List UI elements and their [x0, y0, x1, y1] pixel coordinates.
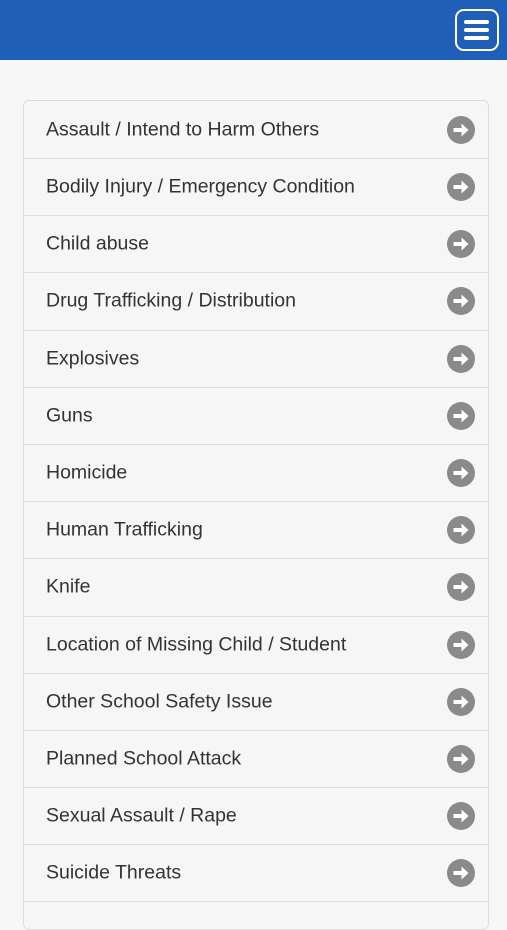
arrow-right-circle-icon	[447, 573, 475, 602]
list-item-label: Human Trafficking	[46, 518, 203, 541]
arrow-right-circle-icon	[447, 516, 475, 545]
incident-type-list: Assault / Intend to Harm Others Bodily I…	[23, 100, 489, 930]
list-item[interactable]: Assault / Intend to Harm Others	[24, 101, 488, 159]
list-item-label: Explosives	[46, 347, 140, 370]
list-item[interactable]: Human Trafficking	[24, 502, 488, 560]
list-item[interactable]: Bodily Injury / Emergency Condition	[24, 159, 488, 217]
list-item-label: Homicide	[46, 461, 128, 484]
list-item[interactable]: Knife	[24, 559, 488, 617]
menu-bar	[464, 28, 489, 32]
arrow-right-circle-icon	[447, 344, 475, 373]
menu-bar	[464, 20, 489, 24]
app-header	[0, 0, 507, 60]
arrow-right-circle-icon	[447, 115, 475, 144]
hamburger-menu-icon[interactable]	[455, 9, 499, 51]
list-item[interactable]: Other School Safety Issue	[24, 674, 488, 731]
arrow-right-circle-icon	[447, 230, 475, 259]
list-item-label: Assault / Intend to Harm Others	[46, 118, 320, 140]
arrow-right-circle-icon	[447, 687, 475, 716]
list-item-label: Location of Missing Child / Student	[46, 633, 347, 656]
list-item-label: Bodily Injury / Emergency Condition	[46, 175, 355, 198]
list-item-label: Child abuse	[46, 232, 149, 255]
list-item[interactable]: Guns	[24, 388, 488, 445]
list-item[interactable]: Sexual Assault / Rape	[24, 788, 488, 846]
list-item[interactable]: Planned School Attack	[24, 731, 488, 789]
list-item[interactable]: Location of Missing Child / Student	[24, 617, 488, 674]
arrow-right-circle-icon	[447, 287, 475, 316]
list-item-label: Planned School Attack	[46, 747, 242, 770]
list-item-label: Sexual Assault / Rape	[46, 804, 237, 827]
arrow-right-circle-icon	[447, 744, 475, 773]
list-item-label: Knife	[46, 575, 91, 598]
arrow-right-circle-icon	[447, 630, 475, 659]
arrow-right-circle-icon	[447, 401, 475, 430]
list-item-label: Guns	[46, 404, 93, 427]
arrow-right-circle-icon	[447, 173, 475, 202]
arrow-right-circle-icon	[447, 459, 475, 488]
list-item[interactable]: Homicide	[24, 445, 488, 503]
list-item[interactable]: Drug Trafficking / Distribution	[24, 273, 488, 331]
list-item[interactable]: Explosives	[24, 331, 488, 388]
list-item[interactable]: Suicide Threats	[24, 845, 488, 903]
list-item[interactable]: Child abuse	[24, 216, 488, 274]
list-item-label: Other School Safety Issue	[46, 690, 273, 713]
arrow-right-circle-icon	[447, 802, 475, 831]
arrow-right-circle-icon	[447, 859, 475, 888]
menu-bar	[464, 36, 489, 40]
list-item-label: Drug Trafficking / Distribution	[46, 289, 296, 312]
list-item-label: Suicide Threats	[46, 861, 182, 884]
